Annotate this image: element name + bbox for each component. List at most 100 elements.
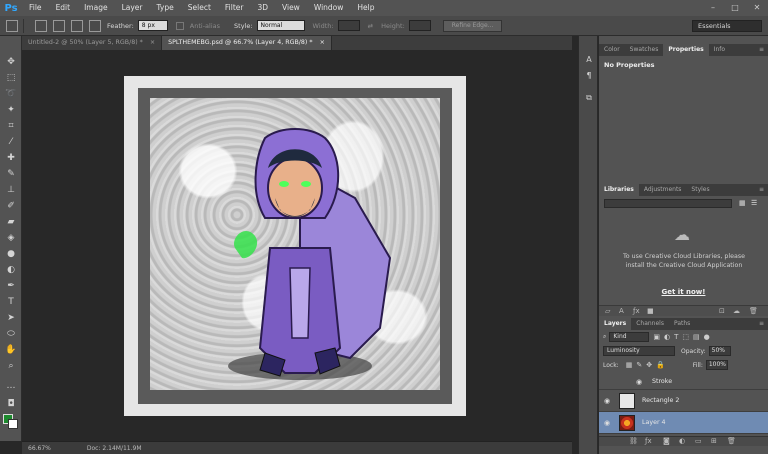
character-panel-icon[interactable]: A [583,54,595,66]
canvas-area[interactable] [22,50,572,441]
move-tool-icon[interactable]: ✥ [5,56,17,68]
close-button[interactable]: ✕ [746,0,768,16]
healing-brush-tool-icon[interactable]: ✚ [5,152,17,164]
pen-tool-icon[interactable]: ✒ [5,280,17,292]
add-selection-icon[interactable] [53,19,65,32]
adjustment-layer-icon[interactable]: ◐ [679,437,685,445]
layer-style-icon[interactable]: ƒx [645,437,652,445]
brush-tool-icon[interactable]: ✎ [5,168,17,180]
menu-help[interactable]: Help [350,0,381,16]
zoom-tool-icon[interactable]: ⌕ [5,360,17,372]
effect-eye-icon[interactable]: ◉ [633,378,645,386]
visibility-eye-icon[interactable]: ◉ [601,419,613,427]
tab-properties[interactable]: Properties [663,44,709,56]
sync-icon[interactable]: ☁ [733,307,740,315]
eyedropper-tool-icon[interactable]: ⁄ [5,136,17,148]
new-group-icon[interactable]: ▭ [695,437,702,445]
crop-tool-icon[interactable]: ⌗ [5,120,17,132]
lasso-tool-icon[interactable]: ➰ [5,88,17,100]
intersect-selection-icon[interactable] [89,19,101,32]
menu-type[interactable]: Type [150,0,181,16]
tab-untitled-2[interactable]: Untitled-2 @ 50% (Layer 5, RGB/8) * × [22,36,163,50]
pixel-filter-icon[interactable]: ▣ [653,333,660,341]
new-selection-icon[interactable] [35,19,47,32]
filter-kind-select[interactable]: Kind [609,332,650,342]
minimize-button[interactable]: – [702,0,724,16]
panel-menu-icon[interactable]: ≡ [759,184,764,196]
list-view-icon[interactable]: ☰ [751,199,759,207]
layer-row-layer-4[interactable]: ◉ Layer 4 [599,412,768,434]
new-layer-icon[interactable]: ⊞ [711,437,717,445]
marquee-tool-preset-icon[interactable] [6,19,18,32]
maximize-button[interactable]: □ [724,0,746,16]
path-selection-tool-icon[interactable]: ➤ [5,312,17,324]
add-fg-color-icon[interactable]: ■ [647,307,654,315]
menu-edit[interactable]: Edit [49,0,78,16]
document-canvas[interactable] [124,76,466,416]
more-tools-icon[interactable]: … [5,380,17,392]
subtract-selection-icon[interactable] [71,19,83,32]
height-input[interactable] [408,20,431,31]
magic-wand-tool-icon[interactable]: ✦ [5,104,17,116]
library-info-icon[interactable]: ⊡ [719,307,725,315]
tab-swatches[interactable]: Swatches [625,44,664,56]
background-color-swatch[interactable] [8,419,18,429]
layer-row-rectangle-2[interactable]: ◉ Rectangle 2 [599,390,768,412]
style-select[interactable]: Normal [256,20,305,31]
zoom-level[interactable]: 66.67% [22,445,57,452]
blend-mode-select[interactable]: Luminosity [603,346,675,356]
tab-adjustments[interactable]: Adjustments [639,184,687,196]
link-layers-icon[interactable]: ⛓ [629,437,638,445]
dodge-tool-icon[interactable]: ◐ [5,264,17,276]
quick-mask-icon[interactable]: ◘ [5,398,17,410]
shape-filter-icon[interactable]: ⬚ [682,333,689,341]
lock-transparent-icon[interactable]: ▦ [626,361,633,369]
close-icon[interactable]: × [150,39,155,46]
refine-edge-button[interactable]: Refine Edge... [442,19,503,32]
delete-layer-icon[interactable]: 🗑 [727,437,736,445]
fill-input[interactable]: 100% [705,360,728,370]
layer-effect-row[interactable]: ◉ Stroke [599,374,768,390]
blur-tool-icon[interactable]: ● [5,248,17,260]
add-character-style-icon[interactable]: A [619,307,624,315]
menu-layer[interactable]: Layer [115,0,150,16]
grid-view-icon[interactable]: ▦ [739,199,747,207]
add-layer-style-icon[interactable]: ƒx [633,307,640,315]
feather-input[interactable]: 8 px [137,20,168,31]
menu-select[interactable]: Select [181,0,218,16]
menu-3d[interactable]: 3D [250,0,275,16]
type-filter-icon[interactable]: T [674,333,678,341]
history-panel-icon[interactable]: ⧉ [583,92,595,104]
tab-color[interactable]: Color [599,44,625,56]
menu-file[interactable]: File [22,0,49,16]
swap-icon[interactable]: ⇄ [368,22,373,30]
panel-menu-icon[interactable]: ≡ [759,44,764,56]
add-graphic-icon[interactable]: ▱ [605,307,610,315]
delete-icon[interactable]: 🗑 [749,307,758,315]
add-mask-icon[interactable]: ◙ [663,437,670,445]
width-input[interactable] [337,20,360,31]
type-tool-icon[interactable]: T [5,296,17,308]
menu-view[interactable]: View [275,0,307,16]
menu-window[interactable]: Window [307,0,351,16]
lock-position-icon[interactable]: ✥ [646,361,652,369]
opacity-input[interactable]: 50% [708,346,731,356]
menu-image[interactable]: Image [77,0,115,16]
tab-info[interactable]: Info [709,44,730,56]
smart-object-filter-icon[interactable]: ▤ [693,333,700,341]
close-icon[interactable]: × [320,39,325,46]
lock-all-icon[interactable]: 🔒 [656,361,665,369]
library-select[interactable] [604,199,732,208]
tab-libraries[interactable]: Libraries [599,184,639,196]
tab-splthemebg[interactable]: SPLTHEMEBG.psd @ 66.7% (Layer 4, RGB/8) … [162,36,332,50]
antialias-checkbox[interactable] [175,21,184,30]
eraser-tool-icon[interactable]: ▰ [5,216,17,228]
marquee-tool-icon[interactable]: ⬚ [5,72,17,84]
workspace-select[interactable]: Essentials [692,20,762,32]
menu-filter[interactable]: Filter [218,0,251,16]
filter-toggle-icon[interactable]: ● [704,333,710,341]
history-brush-tool-icon[interactable]: ✐ [5,200,17,212]
hand-tool-icon[interactable]: ✋ [5,344,17,356]
get-it-now-link[interactable]: Get it now! [599,288,768,296]
tab-styles[interactable]: Styles [686,184,714,196]
